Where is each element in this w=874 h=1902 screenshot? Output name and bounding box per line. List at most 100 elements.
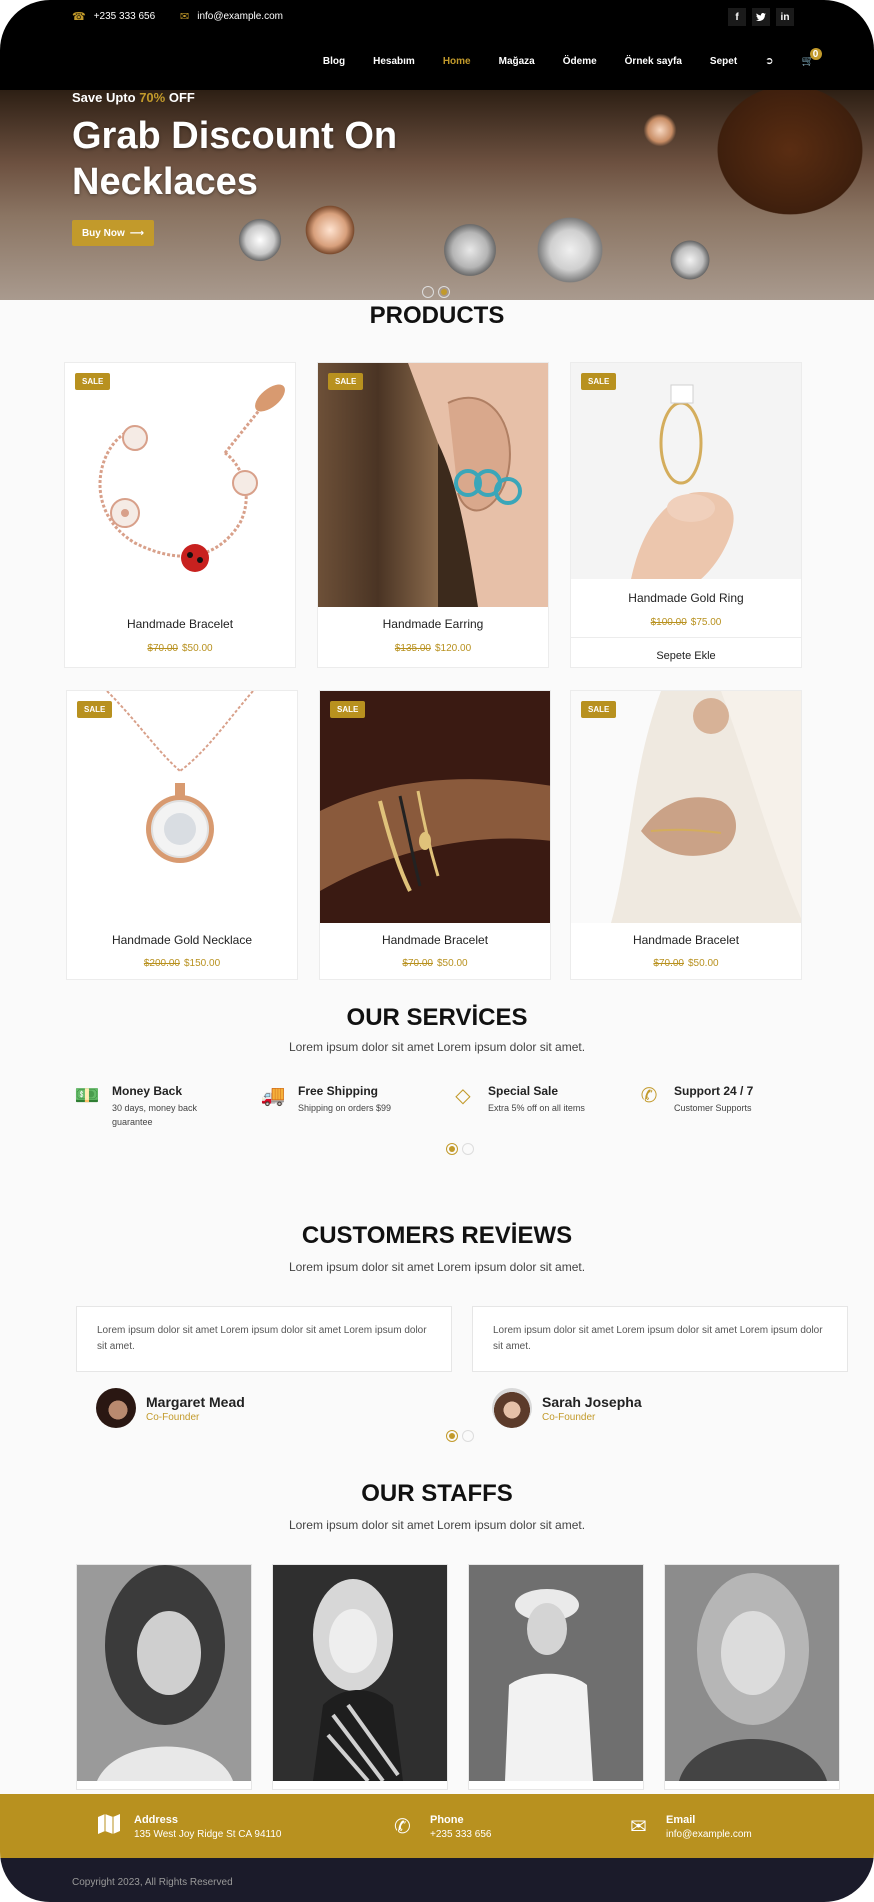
service-title: Special Sale	[488, 1084, 559, 1098]
main-nav: Blog Hesabım Home Mağaza Ödeme Örnek say…	[323, 48, 822, 67]
product-card[interactable]: SALE Handmade Earring $135.00 $120.00	[317, 362, 549, 668]
avatar	[96, 1388, 136, 1428]
hero-dot-2[interactable]	[438, 286, 450, 298]
hero-dot-1[interactable]	[422, 286, 434, 298]
money-icon: 💵	[74, 1085, 100, 1107]
review-card: Lorem ipsum dolor sit amet Lorem ipsum d…	[472, 1306, 848, 1372]
new-price: $50.00	[182, 643, 213, 654]
footer-email-value[interactable]: info@example.com	[666, 1829, 752, 1840]
product-name[interactable]: Handmade Bracelet	[571, 933, 801, 947]
product-image[interactable]	[571, 363, 801, 579]
service-item: 🚚 Free Shipping Shipping on orders $99	[258, 1084, 392, 1116]
buy-now-label: Buy Now	[81, 227, 125, 239]
product-image[interactable]	[67, 691, 297, 921]
product-name[interactable]: Handmade Bracelet	[65, 617, 295, 631]
header-phone-text: +235 333 656	[93, 11, 156, 22]
header-email[interactable]: ✉ info@example.com	[180, 10, 283, 23]
product-card[interactable]: SALE Handmade Bracelet $70.00 $50.00	[570, 690, 802, 980]
new-price: $120.00	[435, 643, 472, 654]
arrow-right-icon: ⟶	[129, 227, 145, 239]
buy-now-button[interactable]: Buy Now ⟶	[72, 220, 154, 246]
product-image[interactable]	[318, 363, 548, 607]
reviews-subtitle: Lorem ipsum dolor sit amet Lorem ipsum d…	[288, 1260, 586, 1274]
old-price: $200.00	[143, 958, 180, 969]
services-dot-2[interactable]	[462, 1143, 474, 1155]
sale-badge: SALE	[77, 701, 113, 718]
facebook-icon[interactable]: f	[728, 8, 746, 26]
staff-card[interactable]	[664, 1564, 840, 1790]
map-icon	[98, 1814, 122, 1840]
staff-card[interactable]	[76, 1564, 252, 1790]
phone-icon: ✆	[640, 1085, 658, 1107]
hero-banner: Save Upto 70% OFF Grab Discount On Neckl…	[0, 90, 874, 300]
reviewer: Margaret Mead Co-Founder	[96, 1388, 245, 1428]
new-price: $75.00	[690, 617, 722, 628]
service-item: ◇ Special Sale Extra 5% off on all items	[448, 1084, 585, 1116]
product-price: $70.00 $50.00	[65, 643, 295, 654]
product-price: $200.00 $150.00	[67, 958, 297, 969]
product-card[interactable]: SALE Handmade Gold Ring $100.00 $75.00 Se…	[570, 362, 802, 668]
services-dot-1[interactable]	[446, 1143, 458, 1155]
service-title: Support 24 / 7	[674, 1084, 754, 1098]
product-image[interactable]	[571, 691, 801, 923]
hero-post: OFF	[168, 90, 195, 105]
staff-title: OUR STAFFS	[361, 1480, 513, 1507]
staff-card[interactable]	[272, 1564, 448, 1790]
copyright-text: Copyright 2023, All Rights Reserved	[72, 1877, 233, 1888]
product-card[interactable]: SALE Handmade Bracelet $70.00 $50.00	[64, 362, 296, 668]
new-price: $150.00	[184, 958, 221, 969]
reviewer-name: Sarah Josepha	[542, 1393, 642, 1410]
product-card[interactable]: SALE Handmade Bracelet $70.00 $50.00	[319, 690, 551, 980]
reviews-dot-1[interactable]	[446, 1430, 458, 1442]
header-email-text: info@example.com	[197, 11, 283, 22]
product-name[interactable]: Handmade Gold Ring	[571, 591, 801, 605]
product-name[interactable]: Handmade Bracelet	[320, 933, 550, 947]
product-name[interactable]: Handmade Gold Necklace	[67, 933, 297, 947]
staff-photo	[665, 1565, 839, 1781]
header: ☎ +235 333 656 ✉ info@example.com f in B…	[0, 0, 874, 90]
phone-icon: ☎	[72, 11, 86, 23]
header-phone[interactable]: ☎ +235 333 656	[72, 10, 155, 23]
cart-icon[interactable]: 🛒 0	[802, 48, 822, 67]
envelope-icon: ✉	[630, 1816, 647, 1838]
footer-phone: ✆ Phone +235 333 656	[394, 1814, 491, 1840]
nav-item-blog[interactable]: Blog	[323, 56, 345, 67]
hero-percent: 70%	[139, 90, 166, 105]
social-links: f in	[728, 8, 794, 26]
footer-address: Address 135 West Joy Ridge St CA 94110	[98, 1814, 282, 1840]
truck-icon: 🚚	[260, 1085, 286, 1107]
old-price: $100.00	[650, 617, 687, 628]
review-card: Lorem ipsum dolor sit amet Lorem ipsum d…	[76, 1306, 452, 1372]
nav-item-sample-page[interactable]: Örnek sayfa	[625, 56, 682, 67]
sale-badge: SALE	[75, 373, 111, 390]
services-title: OUR SERVİCES	[346, 1004, 528, 1031]
footer-phone-value[interactable]: +235 333 656	[430, 1829, 491, 1840]
nav-item-home[interactable]: Home	[443, 56, 471, 67]
cart-count-badge: 0	[809, 48, 822, 60]
product-card[interactable]: SALE Handmade Gold Necklace $200.00 $150.…	[66, 690, 298, 980]
login-icon[interactable]: ➲	[765, 56, 773, 67]
linkedin-icon[interactable]: in	[776, 8, 794, 26]
old-price: $70.00	[653, 958, 684, 969]
nav-item-account[interactable]: Hesabım	[373, 56, 415, 67]
reviewer: Sarah Josepha Co-Founder	[492, 1388, 642, 1428]
add-to-cart-button[interactable]: Sepete Ekle	[571, 637, 801, 662]
staff-photo	[77, 1565, 251, 1781]
nav-item-shop[interactable]: Mağaza	[499, 56, 535, 67]
reviews-dot-2[interactable]	[462, 1430, 474, 1442]
staff-card[interactable]	[468, 1564, 644, 1790]
product-image[interactable]	[320, 691, 550, 923]
service-desc: Shipping on orders $99	[298, 1103, 392, 1113]
product-name[interactable]: Handmade Earring	[318, 617, 548, 631]
page-frame: ☎ +235 333 656 ✉ info@example.com f in B…	[0, 0, 874, 1902]
product-image[interactable]	[65, 363, 295, 593]
service-item: 💵 Money Back 30 days, money back guarant…	[72, 1084, 222, 1129]
nav-item-cart[interactable]: Sepet	[710, 56, 737, 67]
nav-item-checkout[interactable]: Ödeme	[563, 56, 597, 67]
service-desc: 30 days, money back guarantee	[112, 1103, 198, 1127]
product-price: $135.00 $120.00	[318, 643, 548, 654]
twitter-icon[interactable]	[752, 8, 770, 26]
footer-phone-label: Phone	[430, 1814, 464, 1826]
hero-title: Grab Discount On Necklaces	[72, 115, 398, 203]
footer-email-label: Email	[666, 1814, 696, 1826]
